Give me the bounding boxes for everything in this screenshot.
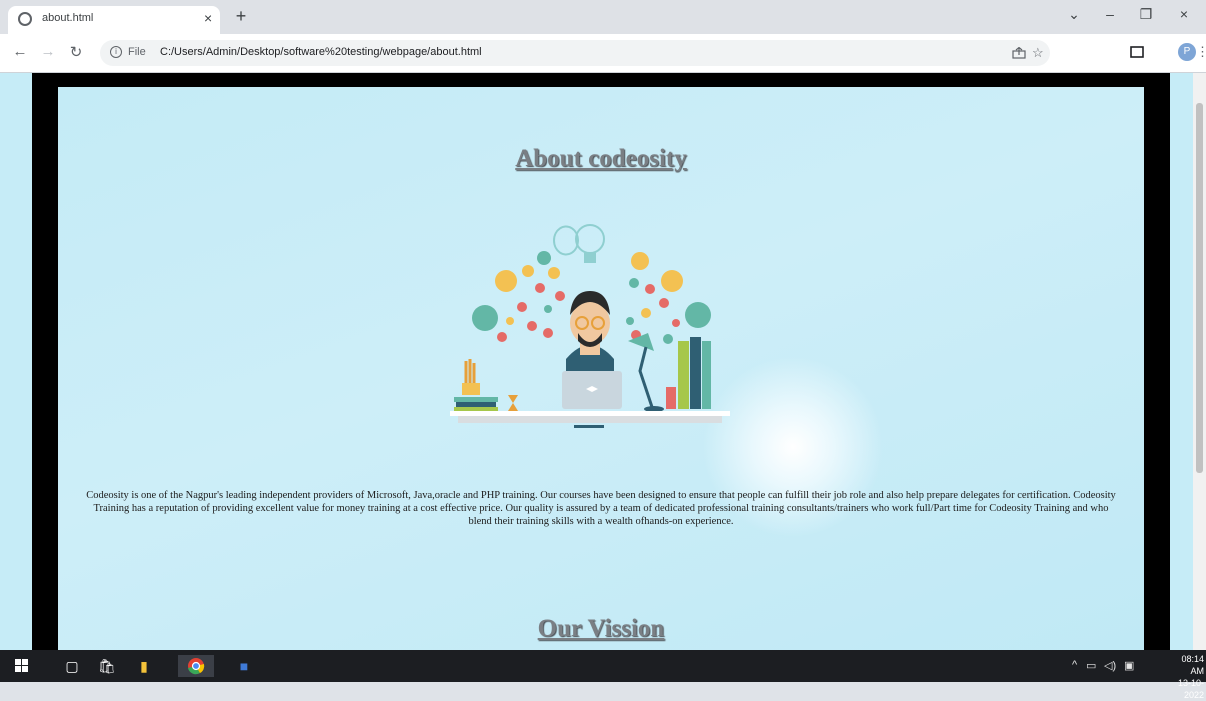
browser-toolbar: ← → ↻ i File C:/Users/Admin/Desktop/soft… xyxy=(0,34,1206,73)
lightbulb-icon xyxy=(553,224,605,263)
back-button[interactable]: ← xyxy=(10,43,30,60)
clock-date: 13-10-2022 xyxy=(1177,678,1204,700)
windows-taskbar: ▢ 🛍 ▮ ■ ^ ▭ ◁) ▣ 08:14 AM 13-10-2022 xyxy=(0,650,1206,700)
desk xyxy=(450,411,730,428)
volume-icon[interactable]: ◁) xyxy=(1104,659,1116,672)
about-heading: About codeosity xyxy=(515,145,687,172)
about-description: Codeosity is one of the Nagpur's leading… xyxy=(86,490,1116,527)
globe-icon xyxy=(18,12,32,26)
url-text[interactable]: C:/Users/Admin/Desktop/software%20testin… xyxy=(160,46,482,58)
tab-strip: about.html × + ⌄ – ❐ × xyxy=(0,0,1206,34)
clock-time: 08:14 AM xyxy=(1181,654,1204,676)
bookmark-star-icon[interactable]: ☆ xyxy=(1032,45,1044,61)
word-icon[interactable]: ■ xyxy=(232,655,256,677)
chrome-icon[interactable] xyxy=(178,655,214,677)
page-viewport: About codeosity Codeosity is one of the … xyxy=(0,73,1206,650)
windows-start-icon[interactable] xyxy=(10,655,34,677)
file-scheme-label: File xyxy=(128,46,146,58)
battery-icon[interactable]: ▭ xyxy=(1086,659,1096,672)
page-frame: About codeosity Codeosity is one of the … xyxy=(32,73,1170,650)
reload-button[interactable]: ↻ xyxy=(66,43,86,61)
info-icon[interactable]: i xyxy=(110,46,122,58)
share-icon[interactable] xyxy=(1012,47,1026,59)
store-icon[interactable]: 🛍 xyxy=(95,655,119,677)
close-window-button[interactable]: × xyxy=(1170,6,1198,22)
forward-button[interactable]: → xyxy=(38,43,58,60)
maximize-button[interactable]: ❐ xyxy=(1132,6,1160,23)
file-explorer-icon[interactable]: ▮ xyxy=(132,655,156,677)
task-view-icon[interactable]: ▢ xyxy=(60,655,84,677)
scrollbar-thumb[interactable] xyxy=(1196,103,1203,473)
menu-icon[interactable]: ⋮ xyxy=(1196,44,1206,60)
vertical-scrollbar[interactable] xyxy=(1193,73,1206,650)
pencil-cup-icon xyxy=(454,359,498,411)
developer-illustration xyxy=(450,224,730,428)
tray-chevron-icon[interactable]: ^ xyxy=(1072,659,1077,671)
new-tab-button[interactable]: + xyxy=(230,6,252,27)
minimize-button[interactable]: – xyxy=(1096,6,1124,22)
tab-search-chevron-icon[interactable]: ⌄ xyxy=(1060,6,1088,23)
binders-icon xyxy=(678,337,711,409)
laptop-icon xyxy=(562,371,622,409)
address-bar[interactable]: i File C:/Users/Admin/Desktop/software%2… xyxy=(100,40,1050,66)
desk-lamp-icon xyxy=(628,333,664,412)
vision-heading: Our Vission xyxy=(537,615,665,642)
profile-avatar[interactable]: P xyxy=(1178,43,1196,61)
browser-tab-about[interactable]: about.html × xyxy=(8,6,220,34)
taskbar-clock[interactable]: 08:14 AM 13-10-2022 xyxy=(1166,653,1204,701)
red-cup-icon xyxy=(666,387,676,409)
keyboard-icon[interactable]: ▣ xyxy=(1124,659,1134,672)
sidebar-icon[interactable] xyxy=(1130,46,1144,58)
hourglass-icon xyxy=(508,395,518,411)
tab-title: about.html xyxy=(42,12,94,24)
close-tab-icon[interactable]: × xyxy=(204,10,212,26)
page-content: About codeosity Codeosity is one of the … xyxy=(58,87,1144,650)
